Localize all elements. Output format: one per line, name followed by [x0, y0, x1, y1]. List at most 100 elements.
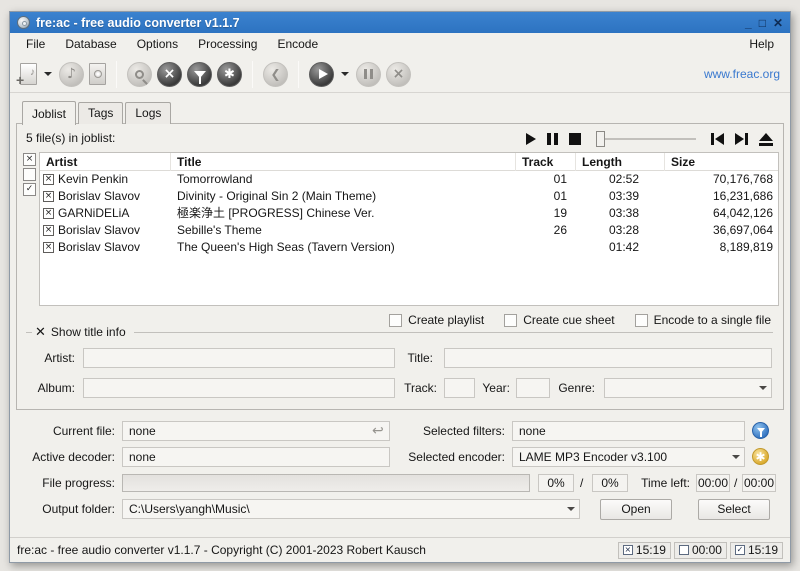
seek-slider-thumb[interactable]	[596, 131, 605, 147]
next-track-icon[interactable]	[735, 133, 748, 145]
collapse-x-icon[interactable]: ✕	[35, 326, 46, 339]
joblist-count-label: 5 file(s) in joblist:	[26, 131, 116, 145]
artist-cell: GARNiDELiA	[40, 205, 171, 222]
note-overlay-icon: ♪	[30, 67, 35, 78]
table-row[interactable]: Borislav Slavov Divinity - Original Sin …	[40, 188, 778, 205]
stop-encoding-icon[interactable]: ×	[386, 61, 411, 87]
column-size[interactable]: Size	[665, 153, 778, 171]
table-row[interactable]: Borislav Slavov The Queen's High Seas (T…	[40, 239, 778, 256]
title-info-group: ✕ Show title info Artist: Title: Album: …	[17, 325, 783, 405]
title-cell: The Queen's High Seas (Tavern Version)	[177, 240, 395, 254]
select-none-checkbox[interactable]	[23, 168, 36, 181]
row-checked-checkbox[interactable]	[43, 208, 54, 219]
tab-joblist[interactable]: Joblist	[22, 101, 77, 125]
selected-filters-label: Selected filters:	[422, 424, 505, 438]
plus-overlay-icon: +	[16, 72, 25, 88]
artist-field[interactable]	[83, 348, 395, 368]
year-field[interactable]	[516, 378, 550, 398]
menu-processing[interactable]: Processing	[188, 34, 267, 55]
artist-text: Borislav Slavov	[58, 240, 141, 254]
title-cell: 極楽浄土 [PROGRESS] Chinese Ver.	[177, 206, 375, 220]
genre-dropdown[interactable]	[604, 378, 772, 398]
start-encoding-icon[interactable]	[309, 61, 334, 87]
menu-help[interactable]: Help	[741, 34, 782, 55]
title-info-header: Show title info	[50, 325, 126, 339]
joblist-table: Artist Title Track Length Size Kevin Pen…	[39, 152, 779, 306]
open-button[interactable]: Open	[600, 499, 672, 520]
encoder-settings-icon[interactable]: ✱	[217, 61, 242, 87]
title-field[interactable]	[444, 348, 772, 368]
table-row[interactable]: GARNiDELiA 極楽浄土 [PROGRESS] Chinese Ver. …	[40, 205, 778, 222]
select-button[interactable]: Select	[698, 499, 770, 520]
track-cell: 01	[553, 189, 567, 203]
size-cell: 64,042,126	[712, 206, 773, 220]
time-total-value: 00:00	[742, 474, 776, 492]
add-files-icon[interactable]: + ♪	[16, 63, 37, 87]
toggle-selection-checkbox[interactable]: ✓	[23, 183, 36, 196]
close-button[interactable]: ✕	[773, 16, 783, 30]
row-checked-checkbox[interactable]	[43, 174, 54, 185]
time-value: 00:00	[691, 543, 722, 557]
track-cell: 01	[553, 172, 567, 186]
time-left-value: 00:00	[696, 474, 730, 492]
menu-encode[interactable]: Encode	[267, 34, 328, 55]
column-track[interactable]: Track	[516, 153, 576, 171]
freac-website-link[interactable]: www.freac.org	[704, 67, 780, 81]
rip-cd-icon[interactable]	[89, 63, 106, 85]
active-decoder-label: Active decoder:	[32, 450, 115, 464]
file-progress-bar	[122, 474, 530, 492]
current-file-value: none	[122, 421, 390, 441]
general-settings-icon[interactable]: ×	[157, 61, 182, 87]
artist-text: Borislav Slavov	[58, 223, 141, 237]
table-row[interactable]: Borislav Slavov Sebille's Theme 26 03:28…	[40, 222, 778, 239]
pause-encoding-icon[interactable]	[356, 61, 381, 87]
cddb-query-icon[interactable]	[127, 61, 152, 87]
add-files-dropdown-arrow-icon[interactable]	[44, 72, 52, 76]
play-icon[interactable]	[526, 133, 536, 145]
column-length[interactable]: Length	[576, 153, 665, 171]
menu-database[interactable]: Database	[55, 34, 126, 55]
filter-settings-icon[interactable]	[187, 61, 212, 87]
pause-icon	[364, 69, 373, 79]
seek-slider[interactable]	[596, 131, 696, 147]
row-checked-checkbox[interactable]	[43, 225, 54, 236]
encoder-gear-icon[interactable]: ✱	[752, 448, 769, 465]
title-cell: Tomorrowland	[177, 172, 253, 186]
slash-separator: /	[580, 476, 584, 490]
play-music-icon[interactable]: ♪	[59, 61, 84, 87]
length-cell: 03:39	[608, 189, 639, 203]
time-panel-elapsed: × 15:19	[617, 541, 671, 559]
selected-filters-value: none	[512, 421, 745, 441]
toolbar-separator	[116, 60, 117, 88]
row-checked-checkbox[interactable]	[43, 242, 54, 253]
toolbar-separator	[252, 60, 253, 88]
maximize-button[interactable]: □	[759, 16, 766, 30]
track-field[interactable]	[444, 378, 475, 398]
row-checked-checkbox[interactable]	[43, 191, 54, 202]
start-encoding-dropdown-arrow-icon[interactable]	[341, 72, 349, 76]
time-panel-clock: ✓ 15:19	[729, 541, 783, 559]
album-field[interactable]	[83, 378, 395, 398]
file-progress-percent: 0%	[538, 474, 574, 492]
filters-funnel-icon[interactable]	[752, 422, 769, 439]
table-row[interactable]: Kevin Penkin Tomorrowland 01 02:52 70,17…	[40, 171, 778, 188]
tab-logs[interactable]: Logs	[125, 102, 172, 124]
eject-icon[interactable]	[759, 132, 773, 146]
menu-options[interactable]: Options	[127, 34, 188, 55]
pause-icon[interactable]	[547, 133, 558, 145]
output-folder-dropdown[interactable]: C:\Users\yangh\Music\	[122, 499, 580, 519]
length-cell: 02:52	[608, 172, 639, 186]
previous-track-icon[interactable]	[711, 133, 724, 145]
menu-file[interactable]: File	[18, 34, 55, 55]
column-title[interactable]: Title	[171, 153, 516, 171]
app-cd-icon	[17, 16, 30, 29]
column-artist[interactable]: Artist	[40, 153, 171, 171]
size-cell: 16,231,686	[712, 189, 773, 203]
minimize-button[interactable]: _	[745, 16, 752, 30]
select-all-checkbox[interactable]: ×	[23, 153, 36, 166]
tab-tags[interactable]: Tags	[78, 102, 124, 124]
cd-overlay-icon	[94, 70, 102, 78]
selected-encoder-dropdown[interactable]: LAME MP3 Encoder v3.100	[512, 447, 745, 467]
stop-icon[interactable]	[569, 133, 581, 145]
split-output-icon[interactable]: ❮	[263, 61, 288, 87]
